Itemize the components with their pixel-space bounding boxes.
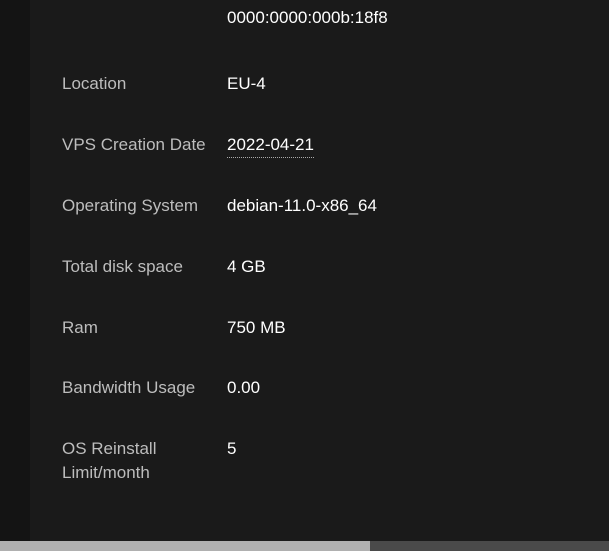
ipv6-fragment-value: 0000:0000:000b:18f8 bbox=[62, 0, 589, 54]
info-row-os: Operating System debian-11.0-x86_64 bbox=[62, 176, 589, 237]
scrollbar-thumb[interactable] bbox=[0, 541, 370, 551]
value-os: debian-11.0-x86_64 bbox=[227, 194, 377, 219]
label-ram: Ram bbox=[62, 316, 227, 341]
info-row-bandwidth: Bandwidth Usage 0.00 bbox=[62, 358, 589, 419]
scrollbar-track[interactable] bbox=[370, 541, 609, 551]
value-disk: 4 GB bbox=[227, 255, 266, 280]
value-ram: 750 MB bbox=[227, 316, 286, 341]
value-location: EU-4 bbox=[227, 72, 266, 97]
label-location: Location bbox=[62, 72, 227, 97]
value-bandwidth: 0.00 bbox=[227, 376, 260, 401]
value-creation-date[interactable]: 2022-04-21 bbox=[227, 133, 314, 159]
info-row-location: Location EU-4 bbox=[62, 54, 589, 115]
info-row-disk: Total disk space 4 GB bbox=[62, 237, 589, 298]
info-row-creation-date: VPS Creation Date 2022-04-21 bbox=[62, 115, 589, 177]
label-bandwidth: Bandwidth Usage bbox=[62, 376, 227, 401]
label-creation-date: VPS Creation Date bbox=[62, 133, 227, 158]
label-disk: Total disk space bbox=[62, 255, 227, 280]
vps-info-panel: 0000:0000:000b:18f8 Location EU-4 VPS Cr… bbox=[0, 0, 609, 504]
info-row-reinstall-limit: OS Reinstall Limit/month 5 bbox=[62, 419, 589, 504]
sidebar-edge bbox=[0, 0, 30, 551]
value-reinstall-limit: 5 bbox=[227, 437, 236, 462]
label-reinstall-limit: OS Reinstall Limit/month bbox=[62, 437, 227, 486]
info-row-ram: Ram 750 MB bbox=[62, 298, 589, 359]
label-os: Operating System bbox=[62, 194, 227, 219]
